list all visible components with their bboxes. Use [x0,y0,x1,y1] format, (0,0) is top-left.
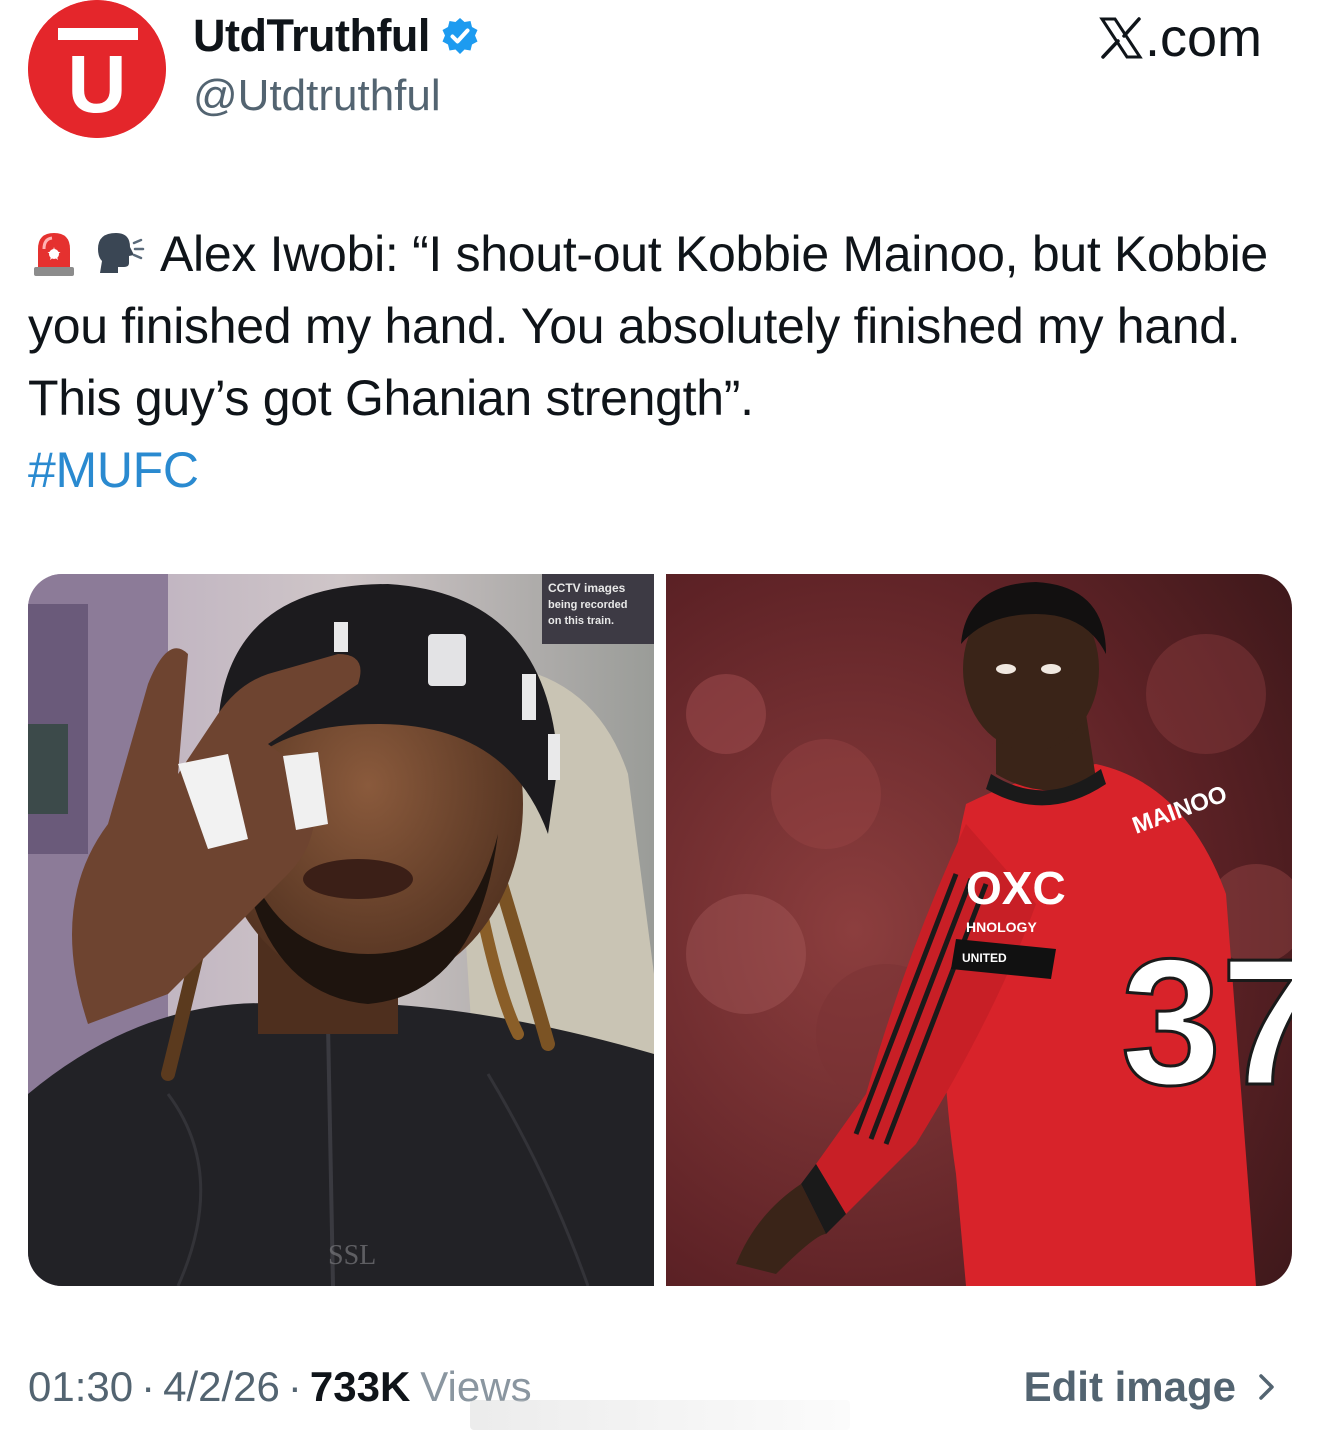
profile-avatar[interactable]: U [28,0,166,138]
user-handle[interactable]: @Utdtruthful [193,70,441,122]
photo-iwobi[interactable]: CCTV images being recorded on this train… [28,574,654,1286]
shirt-number: 37 [1121,922,1292,1123]
iwobi-photo-image: CCTV images being recorded on this train… [28,574,654,1286]
tweet-text: Alex Iwobi: “I shout-out Kobbie Mainoo, … [28,218,1298,506]
photo-mainoo[interactable]: OXC HNOLOGY UNITED MAINOO 37 [666,574,1292,1286]
edit-image-button[interactable]: Edit image [1024,1362,1282,1412]
tweet-date[interactable]: 4/2/26 [163,1362,280,1412]
chevron-right-icon [1252,1372,1282,1402]
rotating-light-icon [28,227,80,279]
svg-text:SSL: SSL [328,1240,376,1271]
armband-text: UNITED [962,951,1007,965]
edit-image-label: Edit image [1023,1363,1236,1410]
shirt-sponsor-sub: HNOLOGY [966,919,1037,935]
hashtag-link[interactable]: #MUFC [28,442,199,498]
verified-badge-icon [440,16,480,56]
utdtruthful-logo-icon: U [28,0,166,138]
watermark-strip [470,1400,850,1430]
mainoo-photo-image: OXC HNOLOGY UNITED MAINOO 37 [666,574,1292,1286]
speaking-head-icon [94,227,146,279]
media-grid: CCTV images being recorded on this train… [28,574,1292,1286]
tweet-body: Alex Iwobi: “I shout-out Kobbie Mainoo, … [28,226,1268,426]
avatar-letter: U [67,39,126,130]
site-domain-text: .com [1144,8,1262,68]
views-count: 733K [309,1363,411,1410]
sign-text-2: being recorded [548,599,627,611]
x-com-label: .com [1099,8,1262,68]
x-logo-icon [1099,16,1143,60]
display-name[interactable]: UtdTruthful [193,10,480,62]
shirt-sponsor: OXC [966,862,1066,914]
display-name-text: UtdTruthful [193,10,430,61]
sign-text-3: on this train. [548,615,614,627]
tweet-meta: 01:30 · 4/2/26 · 733K Views [28,1362,532,1412]
meta-separator: · [141,1363,156,1410]
sign-text-1: CCTV images [548,581,626,595]
tweet-time[interactable]: 01:30 [28,1362,133,1412]
meta-separator: · [287,1363,302,1410]
